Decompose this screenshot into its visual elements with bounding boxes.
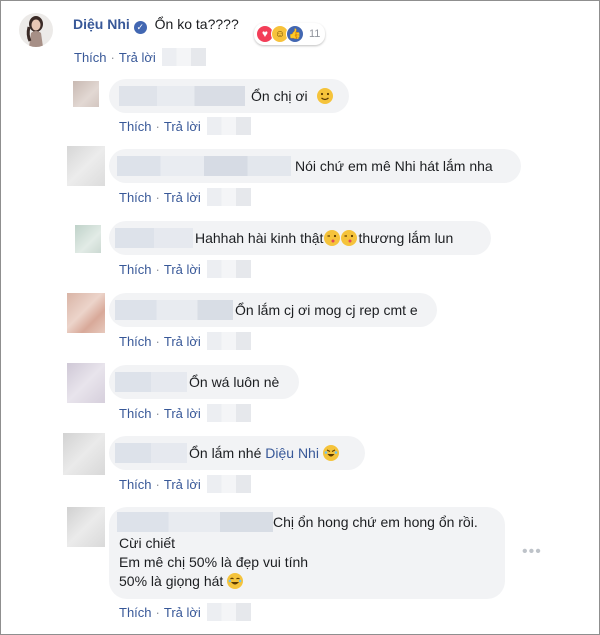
- reply-actions: Thích · Trả lời: [119, 603, 251, 621]
- blurred-name: [115, 300, 233, 320]
- reply-actions: Thích · Trả lời: [119, 188, 251, 206]
- separator: ·: [155, 261, 160, 277]
- reply-link[interactable]: Trả lời: [164, 406, 201, 421]
- blurred-name: [115, 228, 193, 248]
- reply-text: Hahhah hài kinh thật thương lắm lun: [195, 230, 453, 246]
- reply-text-before: Hahhah hài kinh thật: [195, 230, 324, 246]
- reply-text: Ổn lắm nhé Diệu Nhi: [189, 445, 339, 461]
- mention-link[interactable]: Diệu Nhi: [265, 445, 319, 461]
- timestamp-blurred: [206, 404, 251, 422]
- blurred-name: [117, 512, 273, 532]
- blurred-name: [119, 86, 245, 106]
- reply-actions: Thích · Trả lời: [119, 260, 251, 278]
- reply-text: Ổn wá luôn nè: [189, 374, 280, 390]
- like-link[interactable]: Thích: [74, 50, 107, 65]
- timestamp-blurred: [206, 117, 251, 135]
- reaction-summary[interactable]: ♥ ☺ 👍 11: [254, 23, 326, 45]
- reply-bubble: Nói chứ em mê Nhi hát lắm nha: [109, 149, 521, 183]
- reply-bubble: Ổn chị ơi: [109, 79, 349, 113]
- timestamp-blurred: [206, 188, 251, 206]
- reply-text-before: Ổn lắm nhé: [189, 445, 262, 461]
- avatar[interactable]: [67, 293, 105, 333]
- avatar[interactable]: [67, 507, 105, 547]
- blush-emoji: [317, 88, 333, 104]
- like-icon: 👍: [286, 25, 304, 43]
- reply-link[interactable]: Trả lời: [164, 477, 201, 492]
- comment-actions: Thích · Trả lời: [74, 48, 206, 66]
- timestamp-blurred: [206, 603, 251, 621]
- reply-link[interactable]: Trả lời: [119, 50, 156, 65]
- reply-text-line-2: Cừi chiết: [119, 535, 176, 551]
- avatar-photo-icon: [26, 16, 43, 47]
- like-link[interactable]: Thích: [119, 605, 152, 620]
- timestamp-blurred: [206, 260, 251, 278]
- separator: ·: [155, 118, 160, 134]
- avatar[interactable]: [63, 433, 105, 475]
- blurred-name: [115, 372, 187, 392]
- reply-text-after: thương lắm lun: [358, 230, 454, 246]
- like-link[interactable]: Thích: [119, 262, 152, 277]
- main-comment-bubble: Diệu Nhi ✓ Ổn ko ta????: [73, 16, 239, 34]
- separator: ·: [155, 189, 160, 205]
- like-link[interactable]: Thích: [119, 190, 152, 205]
- avatar[interactable]: [75, 225, 101, 253]
- separator: ·: [155, 604, 160, 620]
- separator: ·: [155, 333, 160, 349]
- reply-text: Ổn chị ơi: [251, 88, 308, 104]
- reply-link[interactable]: Trả lời: [164, 262, 201, 277]
- reply-actions: Thích · Trả lời: [119, 117, 251, 135]
- separator: ·: [155, 476, 160, 492]
- avatar[interactable]: [67, 146, 105, 186]
- like-link[interactable]: Thích: [119, 119, 152, 134]
- reply-link[interactable]: Trả lời: [164, 190, 201, 205]
- reply-link[interactable]: Trả lời: [164, 119, 201, 134]
- rofl-emoji: [322, 445, 339, 461]
- like-link[interactable]: Thích: [119, 477, 152, 492]
- reply-text-line-1: Chị ổn hong chứ em hong ổn rồi.: [273, 514, 478, 530]
- reply-actions: Thích · Trả lời: [119, 475, 251, 493]
- reaction-count: 11: [309, 28, 321, 40]
- kiss-emoji: [324, 230, 341, 246]
- reply-actions: Thích · Trả lời: [119, 332, 251, 350]
- blurred-name: [115, 443, 187, 463]
- avatar[interactable]: [67, 363, 105, 403]
- reply-text-line-4: 50% là giọng hát: [119, 573, 244, 589]
- avatar[interactable]: [19, 13, 53, 47]
- timestamp-blurred: [161, 48, 206, 66]
- reply-text: Nói chứ em mê Nhi hát lắm nha: [295, 158, 493, 174]
- reply-bubble: Chị ổn hong chứ em hong ổn rồi. Cừi chiế…: [109, 507, 505, 599]
- comment-text: Ổn ko ta????: [154, 16, 239, 32]
- reply-link[interactable]: Trả lời: [164, 605, 201, 620]
- author-name[interactable]: Diệu Nhi: [73, 16, 130, 32]
- reply-bubble: Ổn lắm cj ơi mog cj rep cmt e: [109, 293, 437, 327]
- comment-thread: Diệu Nhi ✓ Ổn ko ta???? ♥ ☺ 👍 11 Thích · …: [0, 0, 600, 635]
- blurred-name: [117, 156, 291, 176]
- check-badge-icon: ✓: [133, 21, 147, 34]
- laugh-emoji: [227, 573, 244, 589]
- timestamp-blurred: [206, 475, 251, 493]
- separator: ·: [110, 49, 115, 65]
- reply-actions: Thích · Trả lời: [119, 404, 251, 422]
- kiss-emoji: [341, 230, 358, 246]
- reply-bubble: Hahhah hài kinh thật thương lắm lun: [109, 221, 491, 255]
- timestamp-blurred: [206, 332, 251, 350]
- reply-link[interactable]: Trả lời: [164, 334, 201, 349]
- reply-text: Ổn lắm cj ơi mog cj rep cmt e: [235, 302, 418, 318]
- more-options-icon[interactable]: •••: [522, 543, 542, 561]
- avatar[interactable]: [73, 81, 99, 107]
- reply-bubble: Ổn wá luôn nè: [109, 365, 299, 399]
- separator: ·: [155, 405, 160, 421]
- like-link[interactable]: Thích: [119, 406, 152, 421]
- reply-text-line-4-label: 50% là giọng hát: [119, 573, 224, 589]
- reply-text-line-3: Em mê chị 50% là đẹp vui tính: [119, 554, 309, 570]
- reply-bubble: Ổn lắm nhé Diệu Nhi: [109, 436, 365, 470]
- like-link[interactable]: Thích: [119, 334, 152, 349]
